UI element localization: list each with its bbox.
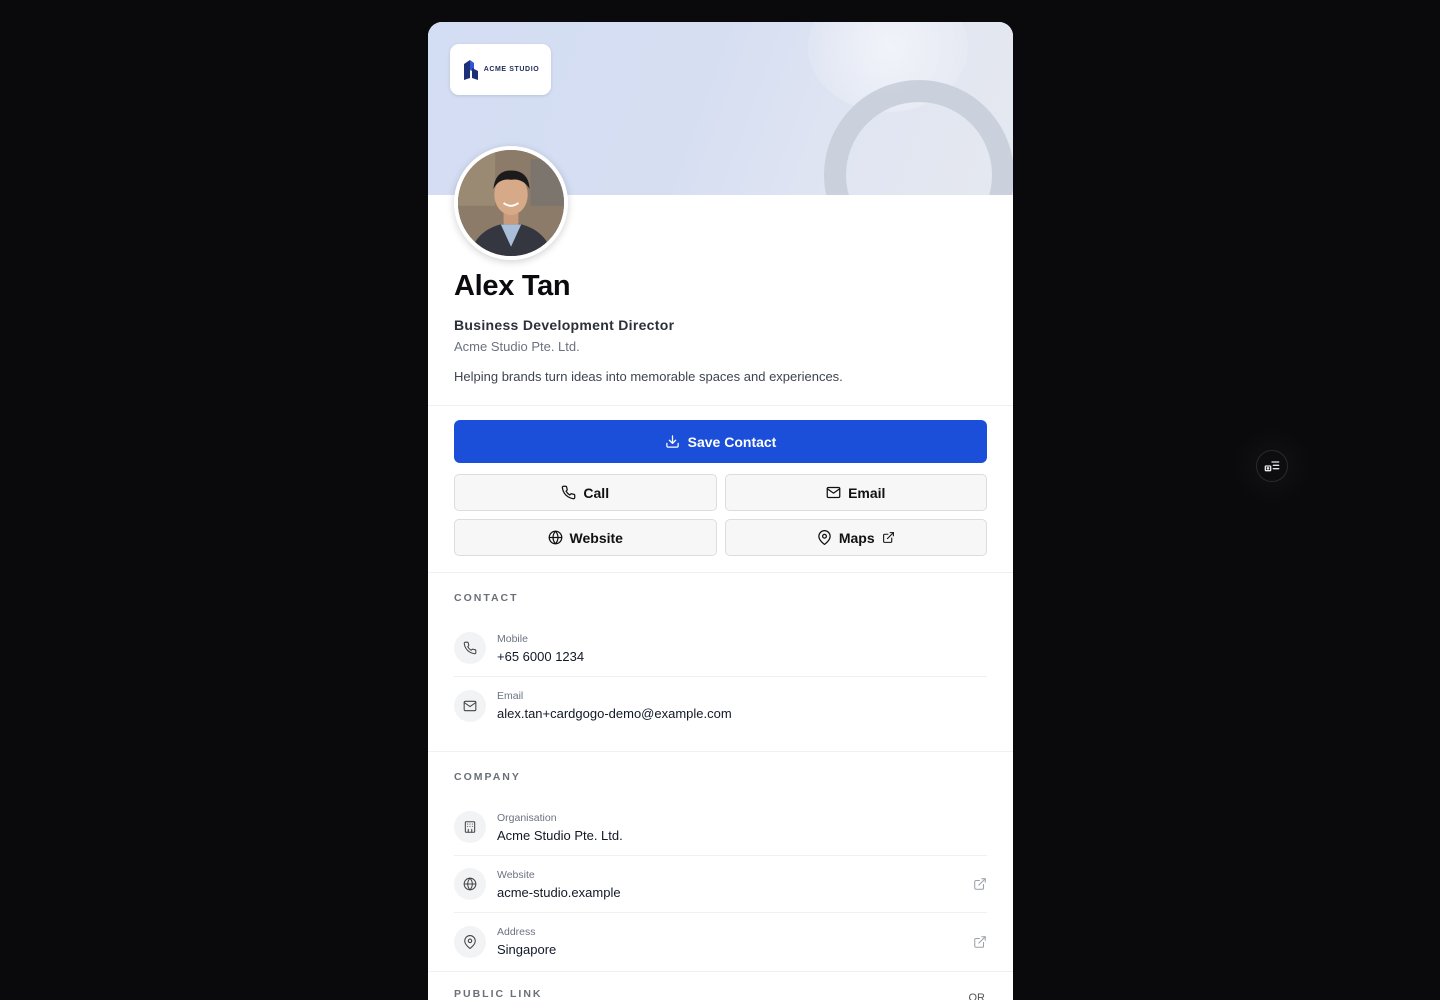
save-contact-label: Save Contact [687, 433, 777, 450]
row-label: Mobile [497, 632, 528, 645]
maps-label: Maps [838, 529, 875, 546]
business-card: ACME STUDIO Alex Tan Business Developmen… [428, 22, 1013, 1000]
contact-section-label: CONTACT [454, 592, 519, 604]
email-button[interactable]: Email [724, 474, 987, 511]
divider [428, 971, 1013, 972]
map-pin-icon [818, 530, 831, 545]
external-link-icon[interactable] [973, 877, 987, 891]
save-contact-button[interactable]: Save Contact [454, 420, 987, 463]
company-section: COMPANY Organisation Acme Studio Pte. Lt… [428, 752, 1013, 980]
website-button[interactable]: Website [454, 519, 717, 556]
phone-icon [562, 485, 576, 500]
profile-photo [458, 150, 564, 256]
company-section-label: COMPANY [454, 771, 521, 783]
profile-company: Acme Studio Pte. Ltd. [454, 339, 580, 354]
card-list-icon [1264, 461, 1280, 472]
download-icon [665, 435, 679, 448]
building-icon [454, 811, 486, 843]
contact-row-mobile[interactable]: Mobile +65 6000 1234 [454, 620, 987, 677]
company-row-organisation: Organisation Acme Studio Pte. Ltd. [454, 799, 987, 856]
logo-mark-icon [463, 59, 478, 80]
company-row-address[interactable]: Address Singapore [454, 913, 987, 970]
call-button[interactable]: Call [454, 474, 717, 511]
phone-icon [454, 632, 486, 664]
company-row-website[interactable]: Website acme-studio.example [454, 856, 987, 913]
external-link-icon[interactable] [973, 935, 987, 949]
profile-title: Business Development Director [454, 317, 675, 333]
globe-icon [454, 868, 486, 900]
website-label: Website [569, 529, 623, 546]
external-link-icon [882, 532, 894, 543]
contact-row-email[interactable]: Email alex.tan+cardgogo-demo@example.com [454, 677, 987, 734]
floating-card-menu-button[interactable] [1256, 450, 1288, 482]
action-panel: Save Contact Call Email Website Maps [428, 406, 1013, 572]
row-value: Singapore [497, 942, 557, 957]
email-label: Email [848, 484, 886, 501]
public-link-label: PUBLIC LINK [454, 988, 543, 1000]
row-label: Address [497, 926, 536, 938]
logo-text: ACME STUDIO [483, 66, 540, 73]
company-logo: ACME STUDIO [450, 44, 551, 95]
contact-section: CONTACT Mobile +65 6000 1234 Email alex.… [428, 573, 1013, 744]
qr-label[interactable]: QR [969, 992, 986, 1000]
mail-icon [454, 689, 486, 722]
quick-actions: Call Email Website Maps [454, 474, 987, 556]
mail-icon [826, 486, 841, 499]
profile-bio: Helping brands turn ideas into memorable… [454, 369, 843, 384]
row-value: +65 6000 1234 [497, 648, 585, 664]
row-label: Organisation [497, 811, 557, 824]
row-label: Website [497, 868, 535, 881]
row-label: Email [497, 690, 524, 702]
map-pin-icon [454, 925, 486, 958]
avatar [454, 146, 568, 260]
call-label: Call [583, 484, 610, 501]
globe-icon [548, 530, 562, 545]
row-value: Acme Studio Pte. Ltd. [497, 827, 623, 843]
maps-button[interactable]: Maps [724, 519, 987, 556]
row-value: alex.tan+cardgogo-demo@example.com [497, 706, 732, 721]
profile-name: Alex Tan [454, 270, 571, 302]
row-value: acme-studio.example [497, 884, 621, 900]
